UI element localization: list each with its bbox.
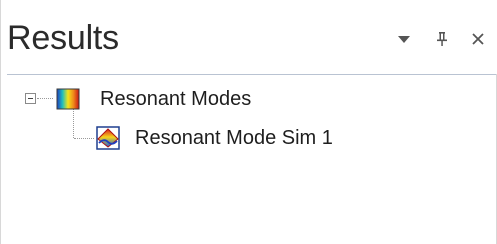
tree-connector-line	[73, 109, 74, 138]
pin-icon	[437, 32, 447, 46]
panel-titlebar: Results	[1, 0, 497, 74]
close-icon	[472, 33, 484, 45]
tree-node-resonant-mode-sim-1[interactable]: Resonant Mode Sim 1	[96, 126, 333, 150]
tree-node-label: Resonant Mode Sim 1	[135, 127, 333, 149]
dropdown-button[interactable]	[393, 28, 415, 50]
tree-node-resonant-modes[interactable]: Resonant Modes	[56, 87, 251, 111]
close-button[interactable]	[467, 28, 489, 50]
mode-sim-icon	[96, 126, 120, 150]
results-panel: Results Resonant Modes Resonant Mode Sim…	[0, 0, 497, 244]
collapse-toggle[interactable]	[25, 93, 36, 104]
panel-title: Results	[7, 19, 119, 57]
tree-connector-line	[37, 98, 53, 99]
tree-node-label: Resonant Modes	[100, 88, 252, 110]
results-tree: Resonant Modes Resonant Mode Sim 1	[1, 78, 497, 238]
spectrum-folder-icon	[56, 88, 80, 110]
pin-button[interactable]	[431, 28, 453, 50]
tree-connector-line	[74, 138, 94, 139]
titlebar-divider	[7, 74, 496, 75]
triangle-down-icon	[398, 36, 410, 43]
